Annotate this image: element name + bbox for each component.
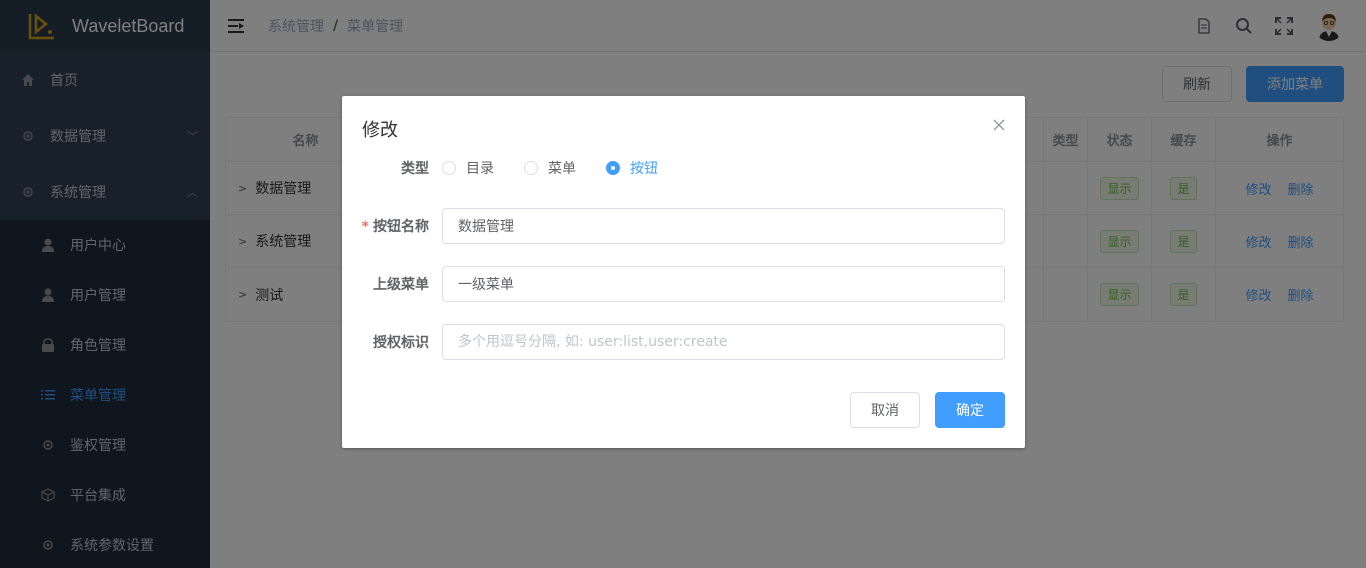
parent-menu-select[interactable] (442, 266, 1005, 302)
edit-dialog: 修改 类型 目录 菜单 按钮 *按钮名称 上级菜单 授权标识 取消 确定 (342, 96, 1025, 448)
parent-row: 上级菜单 (342, 266, 1025, 302)
type-row: 类型 目录 菜单 按钮 (342, 158, 1025, 178)
parent-label: 上级菜单 (373, 277, 429, 293)
required-asterisk: * (361, 219, 369, 235)
radio-label: 按钮 (630, 161, 658, 177)
perm-label: 授权标识 (373, 335, 429, 351)
radio-directory[interactable]: 目录 (442, 158, 494, 178)
type-label: 类型 (401, 161, 429, 177)
perm-row: 授权标识 (342, 324, 1025, 360)
button-name-input[interactable] (442, 208, 1005, 244)
radio-label: 菜单 (548, 161, 576, 177)
name-label: 按钮名称 (373, 219, 429, 235)
radio-label: 目录 (466, 161, 494, 177)
cancel-button[interactable]: 取消 (850, 392, 920, 428)
radio-menu[interactable]: 菜单 (524, 158, 576, 178)
dialog-title: 修改 (362, 120, 398, 141)
permission-input[interactable] (442, 324, 1005, 360)
radio-button[interactable]: 按钮 (606, 158, 658, 178)
radio-circle (606, 161, 620, 175)
name-row: * 按钮名称 (342, 208, 1025, 244)
confirm-button[interactable]: 确定 (935, 392, 1005, 428)
type-radio-group: 目录 菜单 按钮 (442, 158, 688, 178)
radio-circle (442, 161, 456, 175)
close-icon[interactable] (993, 116, 1005, 135)
radio-circle (524, 161, 538, 175)
